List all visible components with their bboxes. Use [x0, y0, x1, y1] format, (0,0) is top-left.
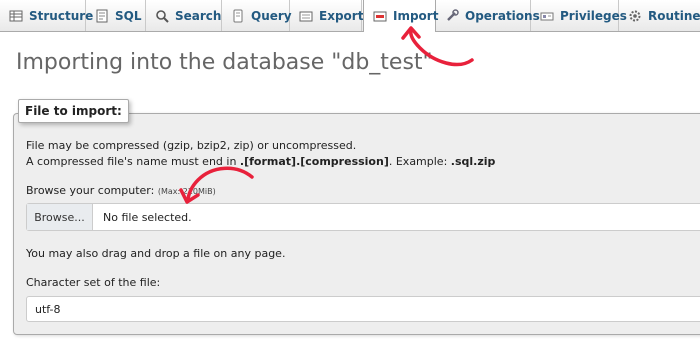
browse-label-line: Browse your computer: (Max: 220MiB): [26, 184, 216, 197]
max-size-note: (Max: 220MiB): [157, 187, 216, 196]
name-note: A compressed file's name must end in .[f…: [26, 155, 495, 168]
tab-label: Operations: [465, 8, 540, 23]
search-icon: [155, 9, 169, 23]
tab-bar: Structure SQL Search Query Export Import: [0, 0, 700, 32]
charset-label: Character set of the file:: [26, 276, 161, 289]
file-input[interactable]: Browse... No file selected.: [26, 203, 700, 231]
tab-label: Export: [319, 8, 364, 23]
name-note-format: .[format].[compression]: [239, 155, 389, 168]
tab-routines[interactable]: Routines: [619, 0, 700, 31]
tab-sql[interactable]: SQL: [86, 0, 146, 31]
tab-label: Structure: [29, 8, 94, 23]
tab-import[interactable]: Import: [363, 0, 439, 32]
name-note-example: .sql.zip: [450, 155, 496, 168]
query-icon: [231, 9, 245, 23]
tab-label: Import: [393, 9, 439, 23]
tab-label: Search: [175, 8, 222, 23]
tab-query[interactable]: Query: [222, 0, 292, 31]
tab-label: Privileges: [560, 8, 627, 23]
name-note-example-label: . Example:: [388, 155, 451, 168]
export-icon: [299, 9, 313, 23]
name-note-prefix: A compressed file's name must end in: [26, 155, 240, 168]
compress-note: File may be compressed (gzip, bzip2, zip…: [26, 139, 357, 152]
tab-label: SQL: [115, 8, 142, 23]
tab-privileges[interactable]: Privileges: [531, 0, 627, 31]
tab-label: Query: [251, 8, 292, 23]
drag-note: You may also drag and drop a file on any…: [26, 247, 286, 260]
browse-button[interactable]: Browse...: [27, 204, 93, 230]
structure-icon: [9, 9, 23, 23]
page-title: Importing into the database "db_test": [16, 50, 433, 75]
tab-export[interactable]: Export: [290, 0, 364, 31]
privileges-icon: [540, 9, 554, 23]
tab-structure[interactable]: Structure: [0, 0, 93, 31]
wrench-icon: [445, 8, 459, 23]
tab-label: Routines: [648, 8, 700, 23]
import-icon: [373, 9, 387, 23]
sql-icon: [95, 9, 109, 23]
charset-select[interactable]: utf-8: [26, 296, 700, 322]
fieldset-legend: File to import:: [18, 99, 129, 123]
browse-label: Browse your computer:: [26, 184, 155, 197]
tab-search[interactable]: Search: [146, 0, 222, 31]
gear-icon: [628, 9, 642, 23]
file-status: No file selected.: [103, 210, 192, 224]
tab-operations[interactable]: Operations: [436, 0, 540, 31]
